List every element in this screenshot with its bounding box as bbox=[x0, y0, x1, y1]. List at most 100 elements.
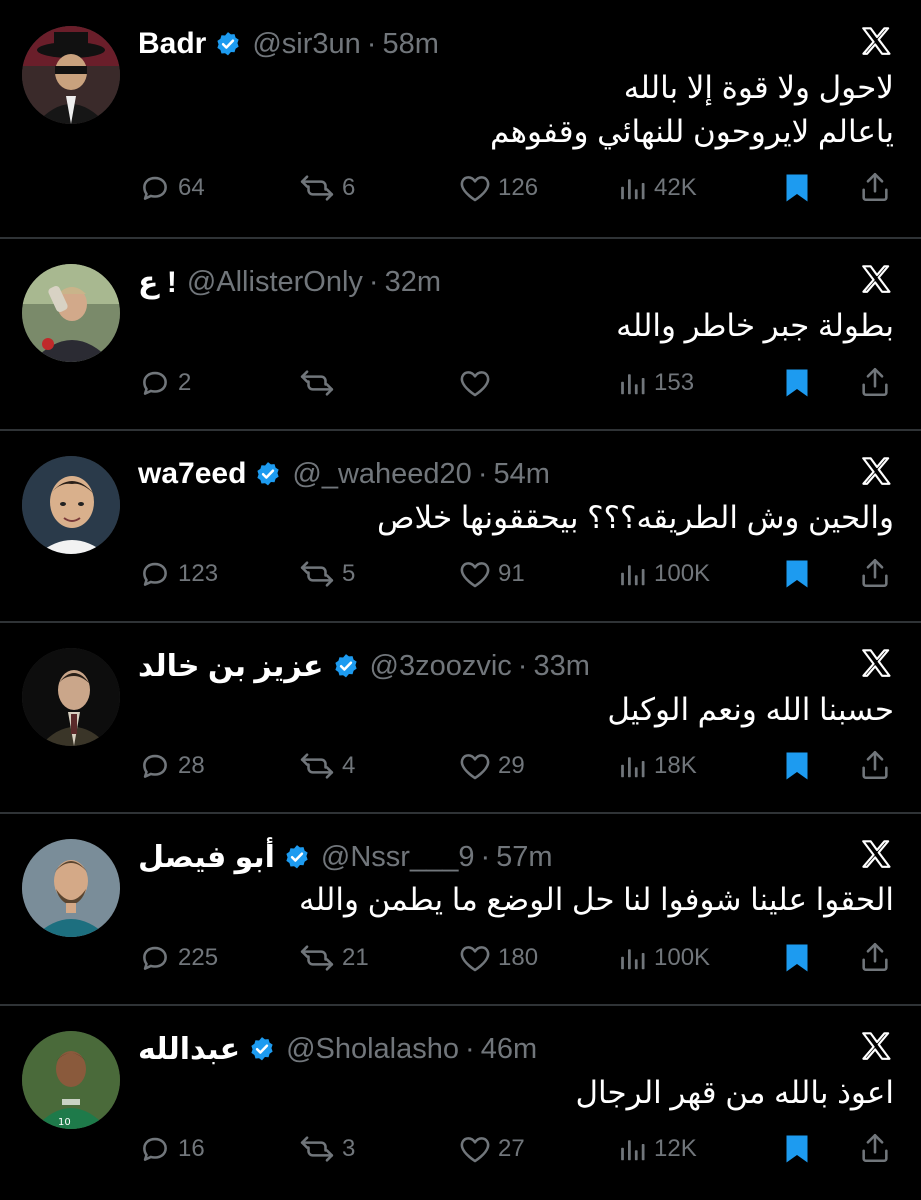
like-button[interactable]: 91 bbox=[458, 556, 525, 592]
handle[interactable]: @Sholalasho bbox=[286, 1033, 459, 1066]
tweet[interactable]: wa7eed @_waheed20 · 54m والحين وش الطريقه؟؟؟… bbox=[0, 430, 921, 621]
avatar-player[interactable] bbox=[22, 456, 120, 554]
bookmark-button[interactable] bbox=[779, 556, 815, 592]
display-name[interactable]: Badr bbox=[138, 27, 206, 61]
reply-icon bbox=[138, 1132, 172, 1166]
repost-button[interactable]: 3 bbox=[298, 1131, 355, 1167]
share-icon bbox=[858, 1133, 892, 1169]
like-button[interactable]: 29 bbox=[458, 748, 525, 784]
tweet[interactable]: 10 عبدالله @Sholalasho · 46m اعوذ بالله من قه… bbox=[0, 1005, 921, 1196]
tweet-text: بطولة جبر خاطر والله bbox=[616, 304, 894, 348]
bookmark-button[interactable] bbox=[779, 1131, 815, 1167]
repost-count: 5 bbox=[342, 560, 356, 587]
handle[interactable]: @Nssr___9 bbox=[321, 841, 475, 874]
repost-button[interactable]: 21 bbox=[298, 940, 369, 976]
share-button[interactable] bbox=[858, 170, 894, 206]
tweet-text: لاحول ولا قوة إلا بالله ياعالم لايروحون ل… bbox=[490, 66, 894, 154]
repost-count: 4 bbox=[342, 752, 356, 779]
verified-badge-icon bbox=[214, 30, 242, 58]
x-logo-icon bbox=[859, 837, 893, 871]
views-button[interactable]: 100K bbox=[618, 940, 710, 976]
display-name[interactable]: عبدالله bbox=[138, 1032, 240, 1067]
views-button[interactable]: 42K bbox=[618, 170, 697, 206]
handle-time-group: @Sholalasho · 46m bbox=[286, 1033, 537, 1066]
reply-button[interactable]: 64 bbox=[138, 170, 205, 206]
repost-button[interactable] bbox=[298, 365, 342, 401]
repost-icon bbox=[298, 366, 336, 400]
repost-button[interactable]: 6 bbox=[298, 170, 355, 206]
timestamp[interactable]: 58m bbox=[382, 28, 438, 61]
views-button[interactable]: 100K bbox=[618, 556, 710, 592]
bookmark-button[interactable] bbox=[779, 170, 815, 206]
tweet-text-line: حسبنا الله ونعم الوكيل bbox=[607, 692, 894, 727]
repost-count: 21 bbox=[342, 944, 369, 971]
timestamp[interactable]: 46m bbox=[481, 1033, 537, 1066]
repost-icon bbox=[298, 1132, 336, 1166]
analytics-bars-icon bbox=[618, 751, 648, 781]
like-button[interactable]: 126 bbox=[458, 170, 538, 206]
views-button[interactable]: 18K bbox=[618, 748, 697, 784]
views-button[interactable]: 153 bbox=[618, 365, 694, 401]
views-count: 18K bbox=[654, 752, 697, 779]
verified-badge-icon bbox=[248, 1035, 276, 1063]
separator-dot: · bbox=[517, 649, 528, 682]
separator-dot: · bbox=[368, 265, 379, 298]
reply-button[interactable]: 2 bbox=[138, 365, 191, 401]
share-icon bbox=[858, 367, 892, 403]
views-count: 100K bbox=[654, 560, 711, 587]
avatar-man-suit[interactable] bbox=[22, 648, 120, 746]
timestamp[interactable]: 33m bbox=[533, 650, 589, 683]
display-name[interactable]: ! ع bbox=[138, 265, 177, 300]
share-icon bbox=[858, 942, 892, 978]
like-button[interactable]: 180 bbox=[458, 940, 538, 976]
reply-icon bbox=[138, 557, 172, 591]
repost-count: 3 bbox=[342, 1135, 356, 1162]
views-button[interactable]: 12K bbox=[618, 1131, 697, 1167]
repost-icon bbox=[298, 557, 336, 591]
share-button[interactable] bbox=[858, 940, 894, 976]
reply-button[interactable]: 28 bbox=[138, 748, 205, 784]
handle[interactable]: @_waheed20 bbox=[292, 458, 471, 491]
timestamp[interactable]: 32m bbox=[385, 266, 441, 299]
repost-button[interactable]: 4 bbox=[298, 748, 355, 784]
like-button[interactable]: 27 bbox=[458, 1131, 525, 1167]
tweet[interactable]: ! ع @AllisterOnly · 32m بطولة جبر خاطر والله… bbox=[0, 238, 921, 429]
verified-badge-icon bbox=[332, 652, 360, 680]
reply-button[interactable]: 225 bbox=[138, 940, 218, 976]
reply-button[interactable]: 123 bbox=[138, 556, 218, 592]
share-icon bbox=[858, 558, 892, 594]
like-button[interactable] bbox=[458, 365, 498, 401]
handle[interactable]: @sir3un bbox=[252, 28, 360, 61]
share-button[interactable] bbox=[858, 556, 894, 592]
tweet[interactable]: أبو فيصل @Nssr___9 · 57m الحقوا علينا شوفوا … bbox=[0, 813, 921, 1004]
tweet-text: اعوذ بالله من قهر الرجال bbox=[576, 1071, 895, 1115]
avatar-bearded-player[interactable] bbox=[22, 839, 120, 937]
display-name[interactable]: wa7eed bbox=[138, 457, 246, 491]
share-button[interactable] bbox=[858, 748, 894, 784]
like-count: 29 bbox=[498, 752, 525, 779]
bookmark-filled-icon bbox=[779, 1135, 815, 1171]
reply-count: 225 bbox=[178, 944, 219, 971]
avatar-coach[interactable] bbox=[22, 264, 120, 362]
x-logo-icon bbox=[859, 454, 893, 488]
share-button[interactable] bbox=[858, 1131, 894, 1167]
display-name[interactable]: أبو فيصل bbox=[138, 840, 275, 875]
bookmark-button[interactable] bbox=[779, 748, 815, 784]
bookmark-button[interactable] bbox=[779, 940, 815, 976]
avatar-green-jersey-player[interactable]: 10 bbox=[22, 1031, 120, 1129]
share-button[interactable] bbox=[858, 365, 894, 401]
avatar-masked-figure[interactable] bbox=[22, 26, 120, 124]
bookmark-button[interactable] bbox=[779, 365, 815, 401]
display-name[interactable]: عزيز بن خالد bbox=[138, 649, 324, 684]
handle-time-group: @_waheed20 · 54m bbox=[292, 458, 550, 491]
repost-button[interactable]: 5 bbox=[298, 556, 355, 592]
reply-count: 2 bbox=[178, 369, 192, 396]
handle[interactable]: @3zoozvic bbox=[370, 650, 512, 683]
tweet[interactable]: عزيز بن خالد @3zoozvic · 33m حسبنا الله ونعم… bbox=[0, 622, 921, 813]
reply-icon bbox=[138, 171, 172, 205]
handle[interactable]: @AllisterOnly bbox=[187, 266, 363, 299]
timestamp[interactable]: 57m bbox=[496, 841, 552, 874]
reply-button[interactable]: 16 bbox=[138, 1131, 205, 1167]
tweet[interactable]: Badr @sir3un · 58m لاحول ولا قوة إلا بالله يا… bbox=[0, 0, 921, 202]
timestamp[interactable]: 54m bbox=[494, 458, 550, 491]
